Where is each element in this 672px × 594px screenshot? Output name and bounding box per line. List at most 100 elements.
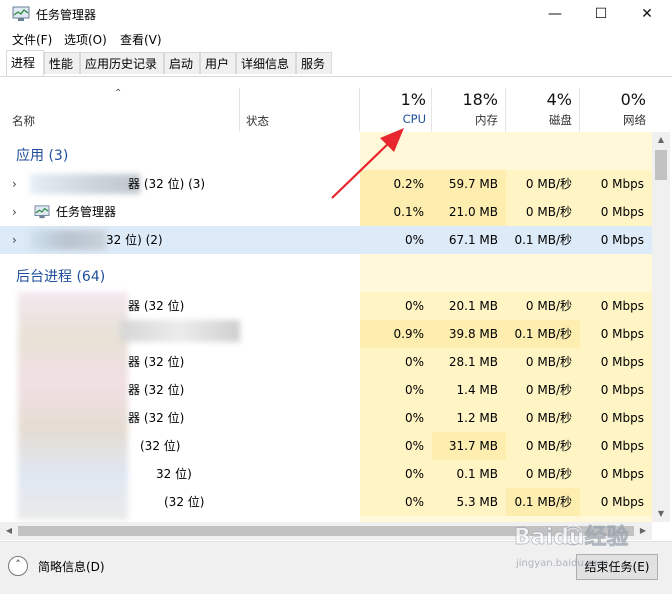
network-cell: 0 Mbps [580,432,652,460]
table-row[interactable]: 器 (32 位) 0% 28.1 MB 0 MB/秒 0 Mbps [0,348,652,376]
header-name[interactable]: 名称 [12,113,35,129]
vertical-scrollbar[interactable]: ▲ ▼ [652,132,670,522]
memory-cell: 67.1 MB [448,233,498,247]
column-header: 名称 状态 1% CPU 18% 内存 4% 磁盘 0% 网络 [0,88,652,132]
tab-app-history[interactable]: 应用历史记录 [80,52,164,74]
tab-startup[interactable]: 启动 [164,52,200,74]
disk-cell: 0.1 MB/秒 [506,488,580,516]
table-row[interactable]: 器 (32 位) 0% 20.1 MB 0 MB/秒 0 Mbps [0,292,652,320]
network-cell: 0 Mbps [580,404,652,432]
table-row-selected[interactable]: › 32 位) (2) 0% 67.1 MB 0.1 MB/秒 0 Mbps [0,226,652,254]
header-status[interactable]: 状态 [246,113,269,129]
table-row[interactable]: 器 (32 位) 0% 1.2 MB 0 MB/秒 0 Mbps [0,404,652,432]
cpu-cell: 0.2% [360,170,432,198]
header-disk-label[interactable]: 磁盘 [506,112,572,128]
redacted-name-blur [30,174,140,194]
table-row[interactable]: 器 (32 位) 0% 1.4 MB 0 MB/秒 0 Mbps [0,376,652,404]
cpu-cell: 0.1% [360,198,432,226]
vertical-scroll-thumb[interactable] [655,150,667,180]
header-memory-percent[interactable]: 18% [432,90,498,109]
tab-services[interactable]: 服务 [296,52,332,74]
disk-cell: 0 MB/秒 [506,432,580,460]
memory-cell: 59.7 MB [432,170,506,198]
title-bar: 任务管理器 — ☐ ✕ [0,0,672,28]
disk-cell: 0 MB/秒 [506,376,580,404]
cpu-cell: 0% [360,432,432,460]
cpu-cell: 0% [360,404,432,432]
task-manager-icon [12,6,30,21]
memory-cell: 39.8 MB [432,320,506,348]
header-network-percent[interactable]: 0% [580,90,646,109]
chevron-up-circle-icon[interactable]: ˄ [8,556,28,576]
column-separator [359,88,360,132]
disk-cell: 0 MB/秒 [506,292,580,320]
table-row[interactable]: (32 位) 0% 5.3 MB 0.1 MB/秒 0 Mbps [0,488,652,516]
disk-cell: 0.1 MB/秒 [506,320,580,348]
process-name: 32 位) [156,467,192,481]
process-list: 应用 (3) › 器 (32 位) (3) 0.2% 59.7 MB 0 MB/… [0,132,652,522]
group-title-apps: 应用 (3) [16,148,69,164]
memory-cell: 1.2 MB [432,404,506,432]
menu-file[interactable]: 文件(F) [12,31,52,48]
process-name: (32 位) [140,439,181,453]
cpu-cell: 0% [360,292,432,320]
group-header-apps[interactable]: 应用 (3) [0,140,652,168]
menu-options[interactable]: 选项(O) [64,31,107,48]
network-cell: 0 Mbps [580,170,652,198]
close-button[interactable]: ✕ [624,0,670,28]
maximize-button[interactable]: ☐ [578,0,624,28]
process-name: 器 (32 位) [128,383,185,397]
watermark-url: jingyan.baidu.com [515,558,608,569]
memory-cell: 31.7 MB [432,432,506,460]
redacted-name-blur [30,230,106,250]
scroll-left-arrow-icon[interactable]: ◀ [0,522,18,540]
memory-cell: 5.3 MB [432,488,506,516]
group-header-background[interactable]: 后台进程 (64) [0,262,652,290]
tab-details[interactable]: 详细信息 [236,52,296,74]
disk-cell: 0 MB/秒 [506,460,580,488]
table-row[interactable]: › 器 (32 位) (3) 0.2% 59.7 MB 0 MB/秒 0 Mbp… [0,170,652,198]
network-cell: 0 Mbps [580,460,652,488]
cpu-cell: 0% [360,348,432,376]
tab-processes[interactable]: 进程 [6,50,44,76]
cpu-cell: 0% [360,376,432,404]
cpu-cell: 0.9% [360,320,432,348]
disk-cell: 0.1 MB/秒 [514,233,572,247]
table-row[interactable]: 0.9% 39.8 MB 0.1 MB/秒 0 Mbps [0,320,652,348]
header-network-label[interactable]: 网络 [580,112,646,128]
tab-performance[interactable]: 性能 [44,52,80,74]
process-name: 器 (32 位) (3) [128,177,206,191]
less-details-link[interactable]: 简略信息(D) [38,558,105,575]
disk-cell: 0 MB/秒 [506,404,580,432]
table-row[interactable]: 32 位) 0% 0.1 MB 0 MB/秒 0 Mbps [0,460,652,488]
header-memory-label[interactable]: 内存 [432,112,498,128]
network-cell: 0 Mbps [580,348,652,376]
chevron-right-icon[interactable]: › [12,226,17,254]
process-name: (32 位) [164,495,205,509]
disk-cell: 0 MB/秒 [506,348,580,376]
header-cpu-label[interactable]: CPU [360,112,426,126]
scroll-up-arrow-icon[interactable]: ▲ [652,132,670,148]
table-row[interactable]: (32 位) 0% 31.7 MB 0 MB/秒 0 Mbps [0,432,652,460]
network-cell: 0 Mbps [600,233,644,247]
memory-cell: 1.4 MB [432,376,506,404]
task-manager-icon [34,205,50,219]
chevron-right-icon[interactable]: › [12,170,17,198]
minimize-button[interactable]: — [532,0,578,28]
process-name: 器 (32 位) [128,411,185,425]
cpu-cell: 0% [404,233,424,247]
window-title: 任务管理器 [36,8,97,22]
menu-bar: 文件(F) 选项(O) 查看(V) [0,28,672,50]
memory-cell: 20.1 MB [432,292,506,320]
memory-cell: 28.1 MB [432,348,506,376]
header-cpu-percent[interactable]: 1% [360,90,426,109]
menu-view[interactable]: 查看(V) [120,31,162,48]
group-title-background: 后台进程 (64) [16,269,106,285]
table-row[interactable]: › 任务管理器 0.1% 21.0 MB 0 MB/秒 0 Mbps [0,198,652,226]
tab-users[interactable]: 用户 [200,52,236,74]
tab-strip: 进程 性能 应用历史记录 启动 用户 详细信息 服务 [0,50,672,77]
chevron-right-icon[interactable]: › [12,198,17,226]
header-disk-percent[interactable]: 4% [506,90,572,109]
network-cell: 0 Mbps [580,376,652,404]
network-cell: 0 Mbps [580,198,652,226]
